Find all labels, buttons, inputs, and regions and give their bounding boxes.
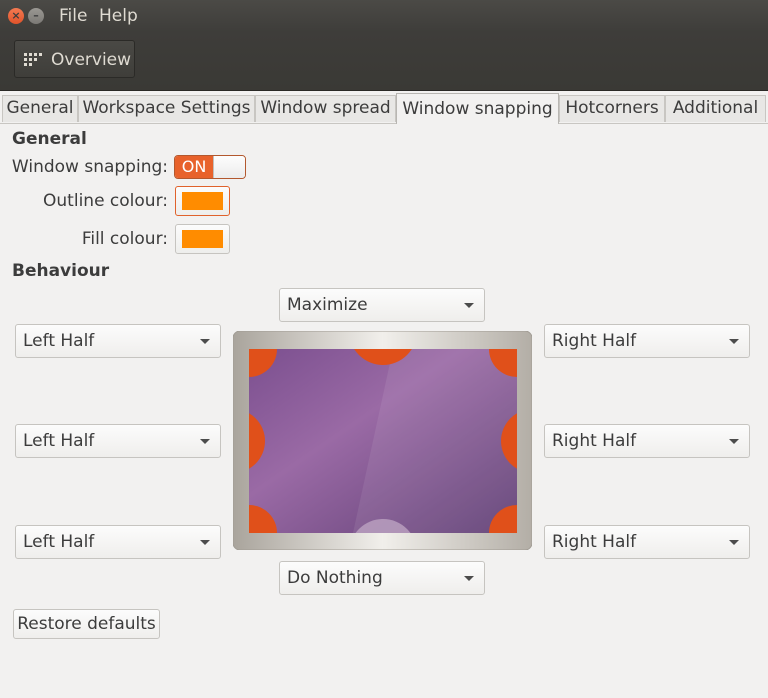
fill-colour-button[interactable] <box>175 224 230 254</box>
title-bar: × – File Help <box>0 0 768 32</box>
general-heading: General <box>12 129 87 149</box>
right-edge-action-value: Right Half <box>552 431 637 451</box>
chevron-down-icon <box>200 540 210 545</box>
overview-label: Overview <box>51 50 132 70</box>
tab-additional[interactable]: Additional <box>665 95 766 122</box>
menu-file[interactable]: File <box>59 6 87 26</box>
tab-general[interactable]: General <box>2 95 78 122</box>
top-right-action-combo[interactable]: Right Half <box>544 324 750 358</box>
chevron-down-icon <box>200 339 210 344</box>
bottom-left-action-value: Left Half <box>23 532 95 552</box>
top-edge-action-value: Maximize <box>287 295 368 315</box>
outline-colour-swatch <box>182 192 223 210</box>
bottom-edge-action-value: Do Nothing <box>287 568 383 588</box>
left-edge-action-combo[interactable]: Left Half <box>15 424 221 458</box>
bottom-edge-action-combo[interactable]: Do Nothing <box>279 561 485 595</box>
chevron-down-icon <box>729 339 739 344</box>
tab-divider <box>0 123 768 124</box>
grid-icon <box>24 53 42 66</box>
top-edge-action-combo[interactable]: Maximize <box>279 288 485 322</box>
bottom-left-action-combo[interactable]: Left Half <box>15 525 221 559</box>
switch-knob <box>213 156 245 178</box>
switch-state-label: ON <box>175 156 213 178</box>
tab-bar: General Workspace Settings Window spread… <box>0 93 768 124</box>
restore-defaults-button[interactable]: Restore defaults <box>13 609 160 639</box>
tab-window-spread[interactable]: Window spread <box>255 95 396 122</box>
window-snapping-switch[interactable]: ON <box>174 155 246 179</box>
toolbar: Overview <box>0 32 768 91</box>
tab-window-snapping[interactable]: Window snapping <box>396 93 559 124</box>
top-left-action-value: Left Half <box>23 331 95 351</box>
fill-colour-label: Fill colour: <box>81 229 168 249</box>
outline-colour-button[interactable] <box>175 186 230 216</box>
chevron-down-icon <box>464 576 474 581</box>
tab-workspace-settings[interactable]: Workspace Settings <box>78 95 255 122</box>
chevron-down-icon <box>729 439 739 444</box>
bottom-right-action-combo[interactable]: Right Half <box>544 525 750 559</box>
chevron-down-icon <box>729 540 739 545</box>
tab-hotcorners[interactable]: Hotcorners <box>559 95 665 122</box>
minimize-icon[interactable]: – <box>28 8 44 24</box>
fill-colour-swatch <box>182 230 223 248</box>
top-right-action-value: Right Half <box>552 331 637 351</box>
chevron-down-icon <box>464 303 474 308</box>
behaviour-heading: Behaviour <box>12 261 110 281</box>
left-edge-action-value: Left Half <box>23 431 95 451</box>
menu-help[interactable]: Help <box>99 6 138 26</box>
top-left-action-combo[interactable]: Left Half <box>15 324 221 358</box>
chevron-down-icon <box>200 439 210 444</box>
window-snapping-label: Window snapping: <box>11 157 168 177</box>
close-icon[interactable]: × <box>8 8 24 24</box>
bottom-right-action-value: Right Half <box>552 532 637 552</box>
right-edge-action-combo[interactable]: Right Half <box>544 424 750 458</box>
outline-colour-label: Outline colour: <box>43 191 168 211</box>
overview-button[interactable]: Overview <box>14 40 135 78</box>
screen-preview <box>233 331 532 550</box>
